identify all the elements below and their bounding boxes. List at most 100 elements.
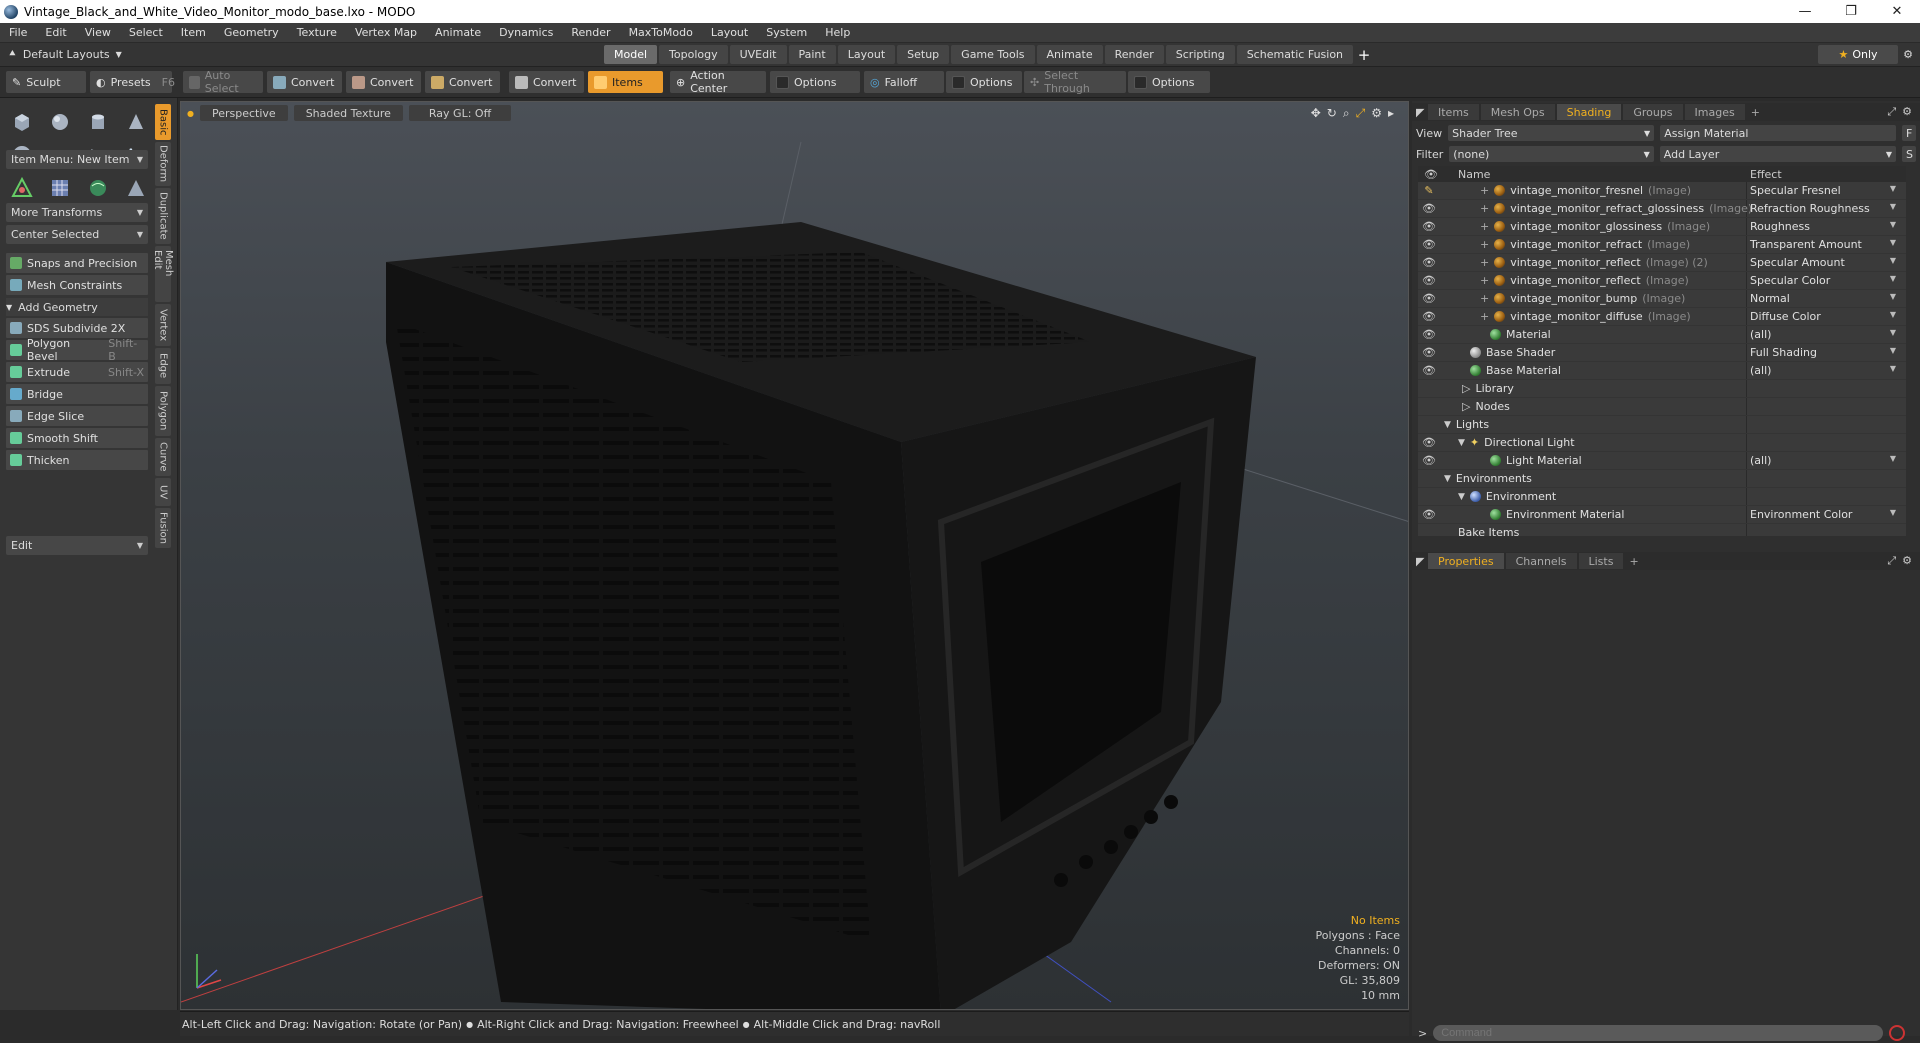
tree-row[interactable]: 👁 + vintage_monitor_diffuse (Image) Diffus… xyxy=(1418,308,1906,326)
add-tab-icon[interactable]: + xyxy=(1625,555,1638,568)
eye-icon[interactable]: 👁 xyxy=(1420,274,1438,287)
menu-help[interactable]: Help xyxy=(816,26,859,39)
record-icon[interactable] xyxy=(1889,1025,1906,1041)
tab-mesh-ops[interactable]: Mesh Ops xyxy=(1480,104,1555,120)
tab-animate[interactable]: Animate xyxy=(1036,45,1103,64)
globe-icon[interactable] xyxy=(82,172,113,203)
tab-paint[interactable]: Paint xyxy=(788,45,836,64)
eye-icon[interactable]: 👁 xyxy=(1420,220,1438,233)
panel-menu-icon[interactable]: ◤ xyxy=(1412,106,1428,119)
tree-row[interactable]: 👁 Base Shader Full Shading ▼ xyxy=(1418,344,1906,362)
expand-plus-icon[interactable]: + xyxy=(1480,310,1489,323)
cylinder-primitive-icon[interactable] xyxy=(82,106,113,137)
expand-plus-icon[interactable]: + xyxy=(1480,220,1489,233)
filter-dropdown[interactable]: (none) ▼ xyxy=(1449,146,1654,162)
menu-layout[interactable]: Layout xyxy=(702,26,757,39)
effect-dropdown[interactable]: Specular Color ▼ xyxy=(1748,274,1898,287)
tree-row[interactable]: 👁 Environment Material Environment Color… xyxy=(1418,506,1906,524)
action-center-button[interactable]: ⊕ Action Center xyxy=(670,69,766,95)
expand-plus-icon[interactable]: + xyxy=(1480,292,1489,305)
convert-edges-button[interactable]: Convert xyxy=(346,71,421,93)
tree-row[interactable]: 👁 ▼ ✦ Directional Light xyxy=(1418,434,1906,452)
tab-lists[interactable]: Lists xyxy=(1578,553,1624,569)
sidetab-uv[interactable]: UV xyxy=(155,478,171,506)
tab-images[interactable]: Images xyxy=(1684,104,1745,120)
menu-render[interactable]: Render xyxy=(562,26,619,39)
sidetab-duplicate[interactable]: Duplicate xyxy=(155,188,171,244)
expand-plus-icon[interactable]: + xyxy=(1480,238,1489,251)
sphere-primitive-icon[interactable] xyxy=(44,106,75,137)
eye-icon[interactable]: 👁 xyxy=(1420,508,1438,521)
menu-item[interactable]: Item xyxy=(172,26,215,39)
eye-icon[interactable]: 👁 xyxy=(1420,454,1438,467)
items-mode-button[interactable]: Items xyxy=(588,71,663,93)
tree-row[interactable]: ✎ + vintage_monitor_fresnel (Image) Specul… xyxy=(1418,182,1906,200)
eye-icon[interactable]: 👁 xyxy=(1420,364,1438,377)
sidetab-curve[interactable]: Curve xyxy=(155,438,171,476)
minimize-button[interactable]: — xyxy=(1782,0,1828,23)
effect-dropdown[interactable]: Transparent Amount ▼ xyxy=(1748,238,1898,251)
layout-selector[interactable]: ⯅ Default Layouts ▼ xyxy=(8,47,122,61)
add-layer-dropdown[interactable]: Add Layer ▼ xyxy=(1659,146,1896,162)
select-through-button[interactable]: ✣ Select Through xyxy=(1024,69,1126,95)
expand-plus-icon[interactable]: + xyxy=(1480,202,1489,215)
tab-topology[interactable]: Topology xyxy=(659,45,728,64)
presets-button[interactable]: ◐ Presets F6 xyxy=(90,71,175,93)
sculpt-button[interactable]: ✎ Sculpt xyxy=(6,71,86,93)
convert-vertices-button[interactable]: Convert xyxy=(267,71,342,93)
transform-icon[interactable] xyxy=(6,172,37,203)
tab-shading[interactable]: Shading xyxy=(1556,104,1622,120)
collapse-arrow-icon[interactable]: ▼ xyxy=(1444,420,1451,430)
assign-material-button[interactable]: Assign Material xyxy=(1660,125,1896,141)
panel-menu-icon[interactable]: ◤ xyxy=(1412,555,1428,568)
command-input[interactable] xyxy=(1433,1025,1884,1041)
tree-row[interactable]: Bake Items xyxy=(1418,524,1906,536)
effect-dropdown[interactable]: (all) ▼ xyxy=(1748,328,1898,341)
effect-dropdown[interactable]: (all) ▼ xyxy=(1748,364,1898,377)
eye-icon[interactable]: 👁 xyxy=(1420,238,1438,251)
expand-plus-icon[interactable]: + xyxy=(1480,256,1489,269)
options-button-1[interactable]: Options xyxy=(770,71,860,93)
effect-dropdown[interactable]: Normal ▼ xyxy=(1748,292,1898,305)
snaps-precision-button[interactable]: Snaps and Precision xyxy=(6,253,148,273)
more-transforms-dropdown[interactable]: More Transforms ▼ xyxy=(6,203,148,222)
sidetab-polygon[interactable]: Polygon xyxy=(155,386,171,436)
sidetab-mesh-edit[interactable]: Mesh Edit xyxy=(152,246,174,302)
add-geometry-header[interactable]: ▼ Add Geometry xyxy=(6,298,148,316)
auto-select-button[interactable]: Auto Select xyxy=(183,69,263,95)
collapse-arrow-icon[interactable]: ▼ xyxy=(1444,474,1451,484)
perspective-button[interactable]: Perspective xyxy=(199,105,288,121)
grid-icon[interactable] xyxy=(44,172,75,203)
eye-icon[interactable]: 👁 xyxy=(1420,436,1438,449)
tree-row[interactable]: 👁 + vintage_monitor_bump (Image) Normal ▼ xyxy=(1418,290,1906,308)
eye-icon[interactable]: 👁 xyxy=(1420,202,1438,215)
eye-icon[interactable]: 👁 xyxy=(1420,346,1438,359)
effect-dropdown[interactable]: Full Shading ▼ xyxy=(1748,346,1898,359)
only-button[interactable]: ★ Only xyxy=(1818,45,1898,64)
tab-game-tools[interactable]: Game Tools xyxy=(951,45,1035,64)
gear-icon[interactable]: ⚙ xyxy=(1902,105,1912,119)
options-button-2[interactable]: Options xyxy=(946,71,1022,93)
menu-edit[interactable]: Edit xyxy=(36,26,75,39)
gear-icon[interactable]: ⚙ xyxy=(1902,554,1912,568)
tab-items[interactable]: Items xyxy=(1428,104,1479,120)
expand-plus-icon[interactable]: + xyxy=(1480,184,1489,197)
convert-polygons-button[interactable]: Convert xyxy=(425,71,500,93)
eye-icon[interactable]: 👁 xyxy=(1420,292,1438,305)
mesh-constraints-button[interactable]: Mesh Constraints xyxy=(6,275,148,295)
options-button-3[interactable]: Options xyxy=(1128,71,1210,93)
tree-row[interactable]: 👁 Base Material (all) ▼ xyxy=(1418,362,1906,380)
effect-dropdown[interactable]: Refraction Roughness ▼ xyxy=(1748,202,1898,215)
tool-thicken-button[interactable]: Thicken xyxy=(6,450,148,470)
paint-brush-icon[interactable]: ✎ xyxy=(1420,184,1438,197)
tree-row[interactable]: ▷ Library xyxy=(1418,380,1906,398)
effect-dropdown[interactable]: Diffuse Color ▼ xyxy=(1748,310,1898,323)
sidetab-deform[interactable]: Deform xyxy=(155,142,171,186)
tab-model[interactable]: Model xyxy=(604,45,658,64)
tree-row[interactable]: 👁 Light Material (all) ▼ xyxy=(1418,452,1906,470)
effect-dropdown[interactable]: Specular Fresnel ▼ xyxy=(1748,184,1898,197)
gear-icon[interactable]: ⚙ xyxy=(1371,106,1382,121)
effect-dropdown[interactable]: Environment Color ▼ xyxy=(1748,508,1898,521)
tree-row[interactable]: 👁 Material (all) ▼ xyxy=(1418,326,1906,344)
tab-scripting[interactable]: Scripting xyxy=(1165,45,1235,64)
